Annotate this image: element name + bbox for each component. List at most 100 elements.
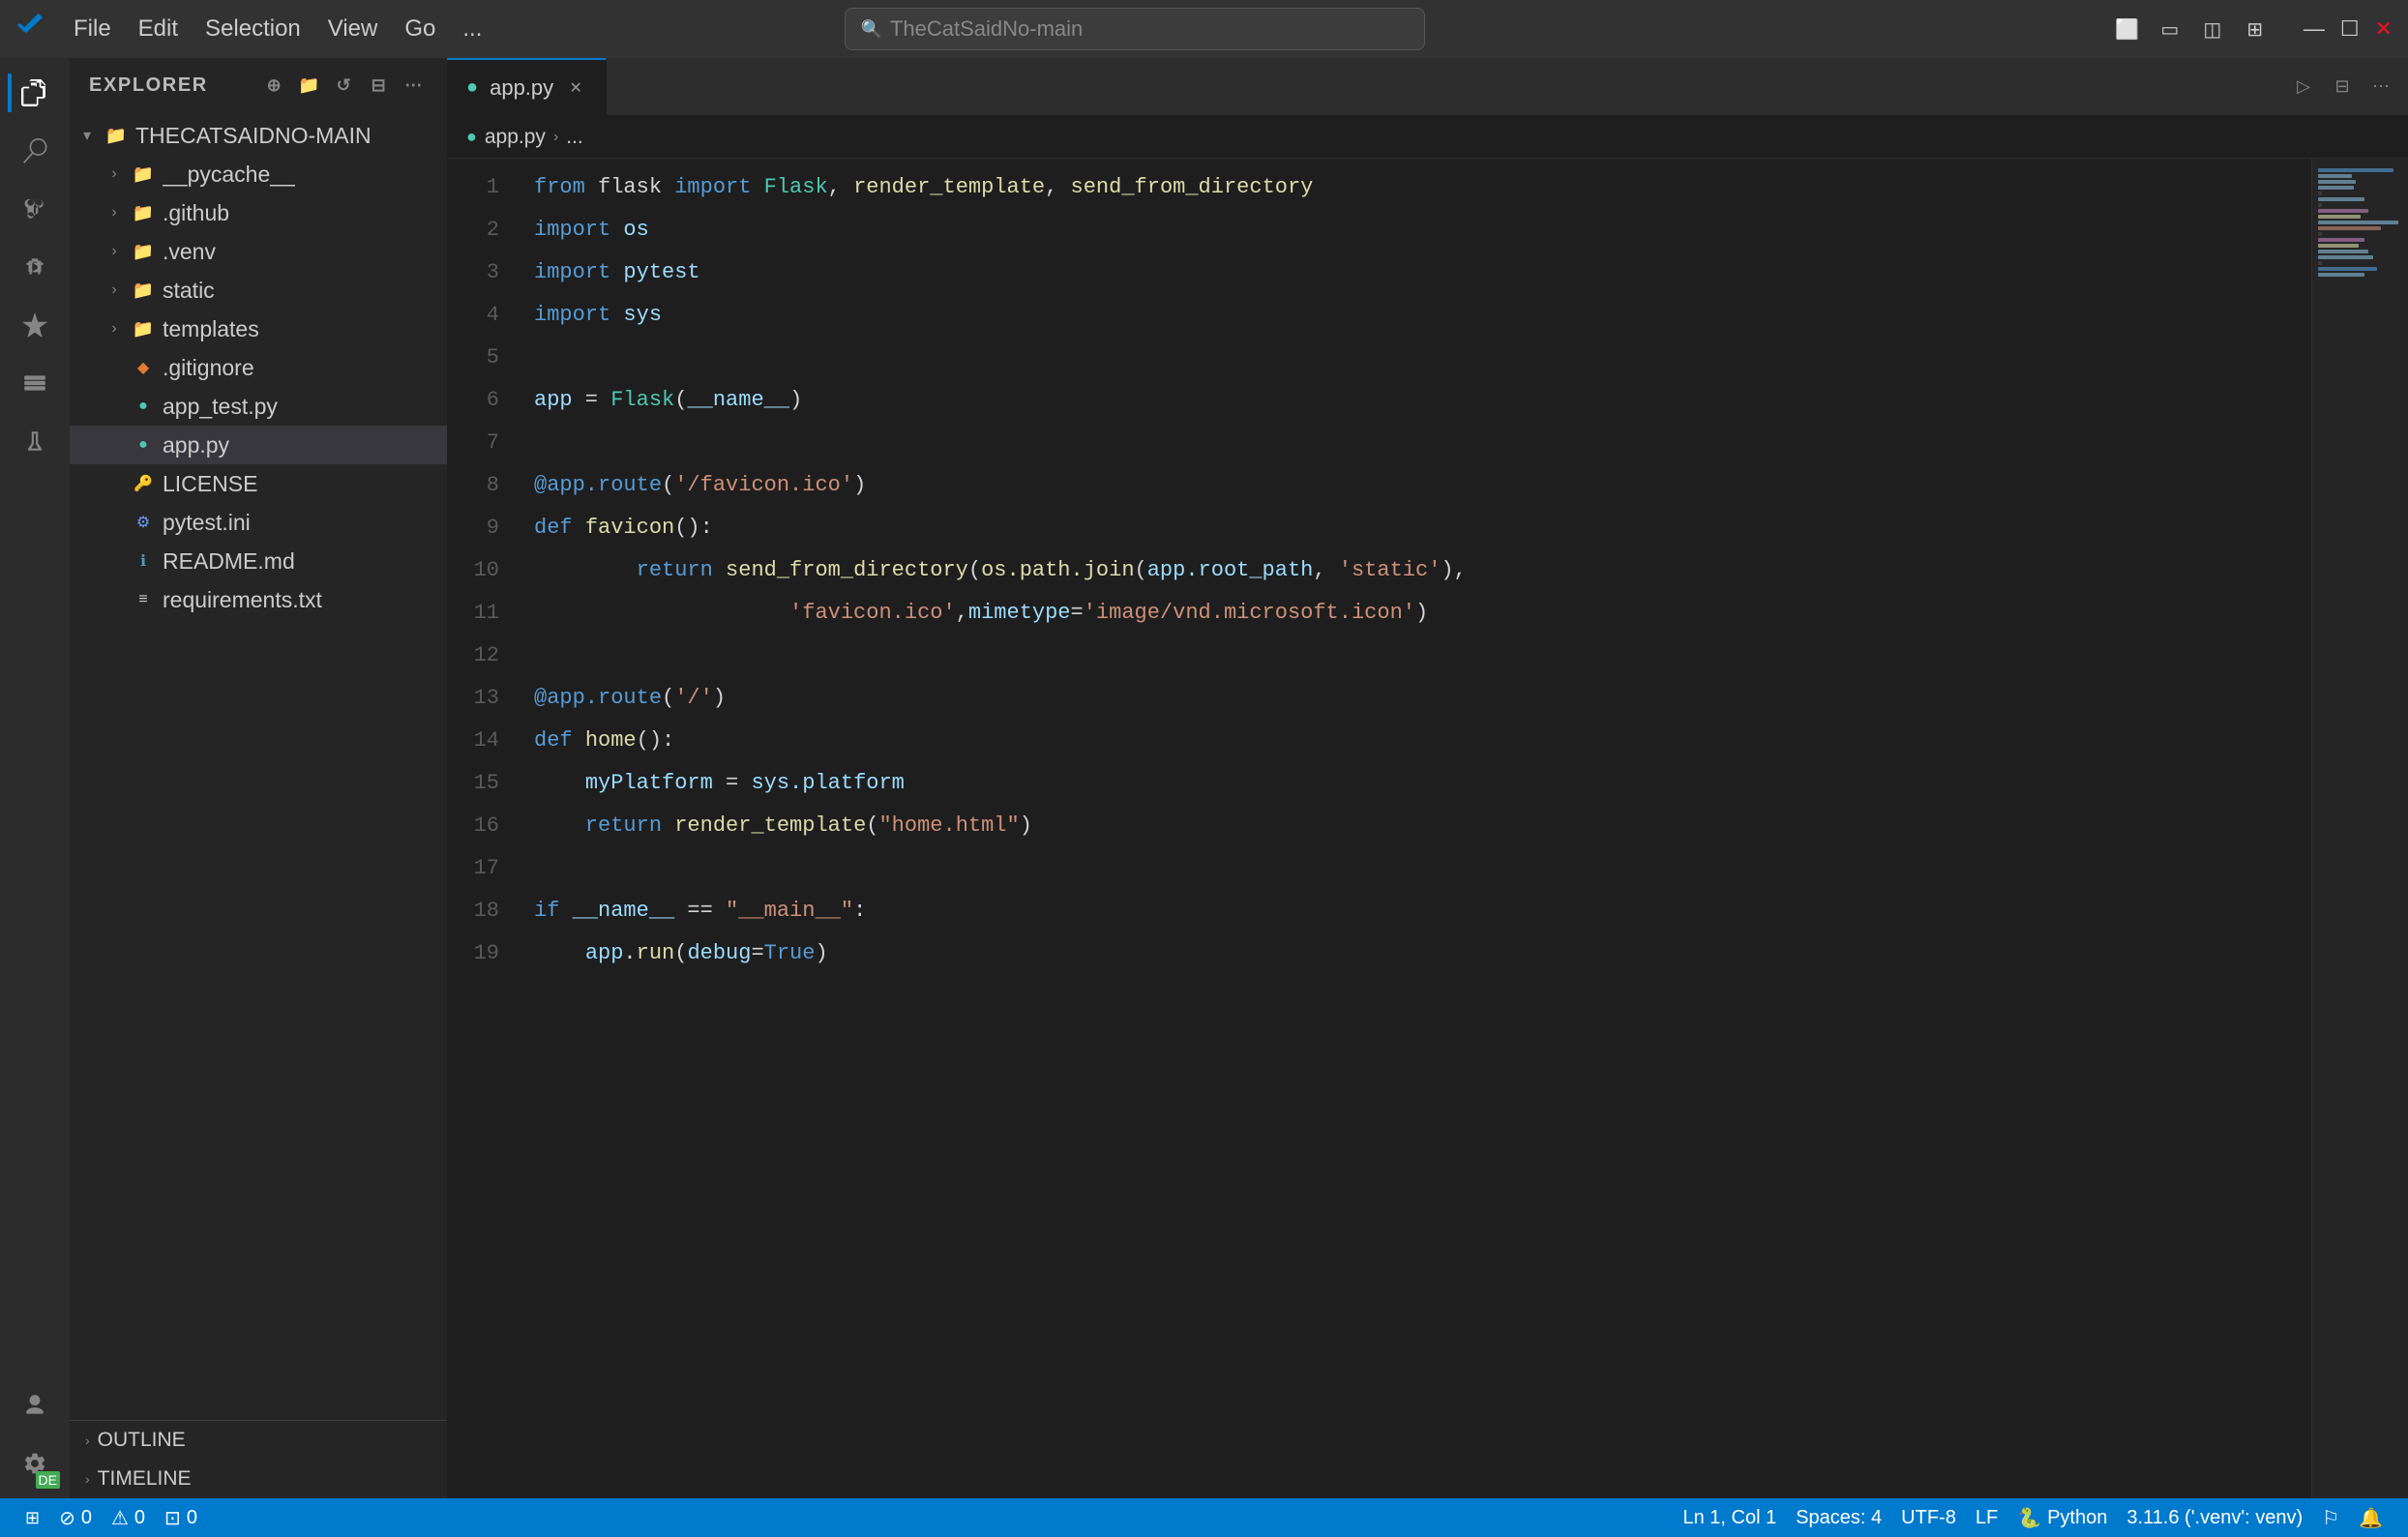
status-position[interactable]: Ln 1, Col 1	[1673, 1507, 1786, 1529]
code-text-area[interactable]: from flask import Flask, render_template…	[515, 159, 2311, 1498]
close-button[interactable]: ✕	[2375, 16, 2393, 42]
code-line-19[interactable]: app.run(debug=True)	[515, 932, 2311, 975]
code-line-11[interactable]: 'favicon.ico',mimetype='image/vnd.micros…	[515, 592, 2311, 635]
status-warnings[interactable]: ⚠ 0	[102, 1506, 155, 1530]
version-text: 3.11.6 ('.venv': venv)	[2126, 1507, 2303, 1529]
menu-more[interactable]: ...	[451, 12, 493, 46]
root-folder[interactable]: ▾ 📁 THECATSAIDNO-MAIN	[70, 116, 447, 155]
breadcrumb-rest[interactable]: ...	[566, 126, 583, 149]
breadcrumb-filename[interactable]: app.py	[485, 126, 546, 149]
folder-icon: 📁	[132, 201, 155, 224]
status-language[interactable]: 🐍 Python	[2007, 1506, 2117, 1530]
timeline-section[interactable]: › TIMELINE	[70, 1460, 447, 1498]
collapse-all-icon[interactable]: ⊟	[366, 72, 393, 99]
sidebar-item-requirements[interactable]: › ≡ requirements.txt	[70, 580, 447, 619]
menu-go[interactable]: Go	[393, 12, 447, 46]
refresh-icon[interactable]: ↺	[331, 72, 358, 99]
activity-extensions[interactable]	[8, 298, 62, 352]
code-line-2[interactable]: import os	[515, 209, 2311, 251]
more-actions-icon[interactable]: ⋯	[401, 72, 428, 99]
activity-remote-explorer[interactable]	[8, 356, 62, 410]
sidebar-item-github[interactable]: › 📁 .github	[70, 193, 447, 232]
tab-app-py[interactable]: ● app.py ✕	[447, 58, 607, 115]
layout-panel-toggle[interactable]: ▭	[2153, 12, 2187, 46]
code-line-12[interactable]	[515, 635, 2311, 677]
activity-explorer[interactable]	[8, 66, 62, 120]
layout-customize[interactable]: ⊞	[2238, 12, 2273, 46]
code-line-4[interactable]: import sys	[515, 294, 2311, 337]
outline-section[interactable]: › OUTLINE	[70, 1421, 447, 1460]
sidebar-item-readme[interactable]: › ℹ README.md	[70, 542, 447, 580]
code-line-5[interactable]	[515, 337, 2311, 379]
tab-close-button[interactable]: ✕	[565, 77, 586, 99]
line-num-14: 14	[447, 720, 499, 762]
activity-account[interactable]	[8, 1378, 62, 1433]
code-line-14[interactable]: def home():	[515, 720, 2311, 762]
more-actions-button[interactable]: ⋯	[2365, 72, 2396, 103]
code-line-10[interactable]: return send_from_directory(os.path.join(…	[515, 549, 2311, 592]
activity-source-control[interactable]	[8, 182, 62, 236]
chevron-right-icon: ›	[104, 164, 124, 184]
chevron-right-icon: ›	[85, 1471, 90, 1487]
code-line-3[interactable]: import pytest	[515, 251, 2311, 294]
sidebar-item-license[interactable]: › 🔑 LICENSE	[70, 464, 447, 503]
status-notifications[interactable]: 🔔	[2349, 1506, 2393, 1530]
split-editor-button[interactable]: ⊟	[2327, 72, 2358, 103]
sidebar-item-templates[interactable]: › 📁 templates	[70, 310, 447, 348]
code-line-17[interactable]	[515, 847, 2311, 890]
status-remote[interactable]: ⊞	[15, 1508, 49, 1528]
new-folder-icon[interactable]: 📁	[296, 72, 323, 99]
sidebar-item-app-py[interactable]: › ● app.py	[70, 426, 447, 464]
new-file-icon[interactable]: ⊕	[261, 72, 288, 99]
activity-search[interactable]	[8, 124, 62, 178]
layout-editor-toggle[interactable]: ◫	[2195, 12, 2230, 46]
activity-settings[interactable]: DE	[8, 1436, 62, 1491]
sidebar-item-app-test[interactable]: › ● app_test.py	[70, 387, 447, 426]
status-feedback[interactable]: ⚐	[2312, 1506, 2349, 1530]
code-line-7[interactable]	[515, 422, 2311, 464]
code-line-1[interactable]: from flask import Flask, render_template…	[515, 166, 2311, 209]
warning-count: 0	[134, 1507, 145, 1529]
code-line-16[interactable]: return render_template("home.html")	[515, 805, 2311, 847]
search-text: TheCatSaidNo-main	[890, 16, 1083, 42]
folder-icon: 📁	[132, 240, 155, 263]
menu-file[interactable]: File	[62, 12, 123, 46]
command-search[interactable]: 🔍 TheCatSaidNo-main	[845, 8, 1425, 50]
sidebar-item-pycache[interactable]: › 📁 __pycache__	[70, 155, 447, 193]
code-line-18[interactable]: if __name__ == "__main__":	[515, 890, 2311, 932]
line-num-2: 2	[447, 209, 499, 251]
file-explorer-tree: ▾ 📁 THECATSAIDNO-MAIN › 📁 __pycache__ › …	[70, 112, 447, 1420]
menu-selection[interactable]: Selection	[193, 12, 312, 46]
run-debug-button[interactable]: ▷	[2288, 72, 2319, 103]
code-line-13[interactable]: @app.route('/')	[515, 677, 2311, 720]
line-num-13: 13	[447, 677, 499, 720]
status-line-ending[interactable]: LF	[1966, 1507, 2007, 1529]
minimize-button[interactable]: —	[2304, 16, 2325, 42]
status-version[interactable]: 3.11.6 ('.venv': venv)	[2117, 1507, 2312, 1529]
status-info[interactable]: ⊡ 0	[155, 1506, 207, 1530]
menu-view[interactable]: View	[316, 12, 390, 46]
code-line-15[interactable]: myPlatform = sys.platform	[515, 762, 2311, 805]
tab-label: app.py	[490, 75, 553, 101]
code-line-9[interactable]: def favicon():	[515, 507, 2311, 549]
sidebar-item-gitignore[interactable]: › ◆ .gitignore	[70, 348, 447, 387]
line-num-1: 1	[447, 166, 499, 209]
status-spaces[interactable]: Spaces: 4	[1786, 1507, 1891, 1529]
layout-sidebar-toggle[interactable]: ⬜	[2110, 12, 2145, 46]
line-num-8: 8	[447, 464, 499, 507]
code-line-6[interactable]: app = Flask(__name__)	[515, 379, 2311, 422]
maximize-button[interactable]: ☐	[2340, 16, 2360, 42]
activity-run-debug[interactable]	[8, 240, 62, 294]
remote-icon: ⊞	[25, 1508, 40, 1528]
activity-testing[interactable]	[8, 414, 62, 468]
position-text: Ln 1, Col 1	[1682, 1507, 1776, 1529]
sidebar-item-venv[interactable]: › 📁 .venv	[70, 232, 447, 271]
menu-edit[interactable]: Edit	[127, 12, 190, 46]
code-line-8[interactable]: @app.route('/favicon.ico')	[515, 464, 2311, 507]
sidebar-item-pytest-ini[interactable]: › ⚙ pytest.ini	[70, 503, 447, 542]
sidebar-item-static[interactable]: › 📁 static	[70, 271, 447, 310]
status-errors[interactable]: ⊘ 0	[49, 1506, 102, 1530]
status-encoding[interactable]: UTF-8	[1891, 1507, 1966, 1529]
line-num-4: 4	[447, 294, 499, 337]
code-editor[interactable]: 1 2 3 4 5 6 7 8 9 10 11 12 13 14 15 16 1…	[447, 159, 2408, 1498]
